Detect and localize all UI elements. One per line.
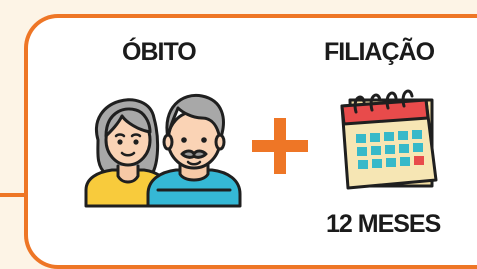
plus-icon xyxy=(252,118,308,174)
meses-label: 12 MESES xyxy=(326,210,441,238)
elderly-couple-icon xyxy=(84,93,242,208)
obito-label: ÓBITO xyxy=(122,38,197,66)
filiacao-label: FILIAÇÃO xyxy=(324,38,435,66)
calendar-icon xyxy=(340,89,438,190)
